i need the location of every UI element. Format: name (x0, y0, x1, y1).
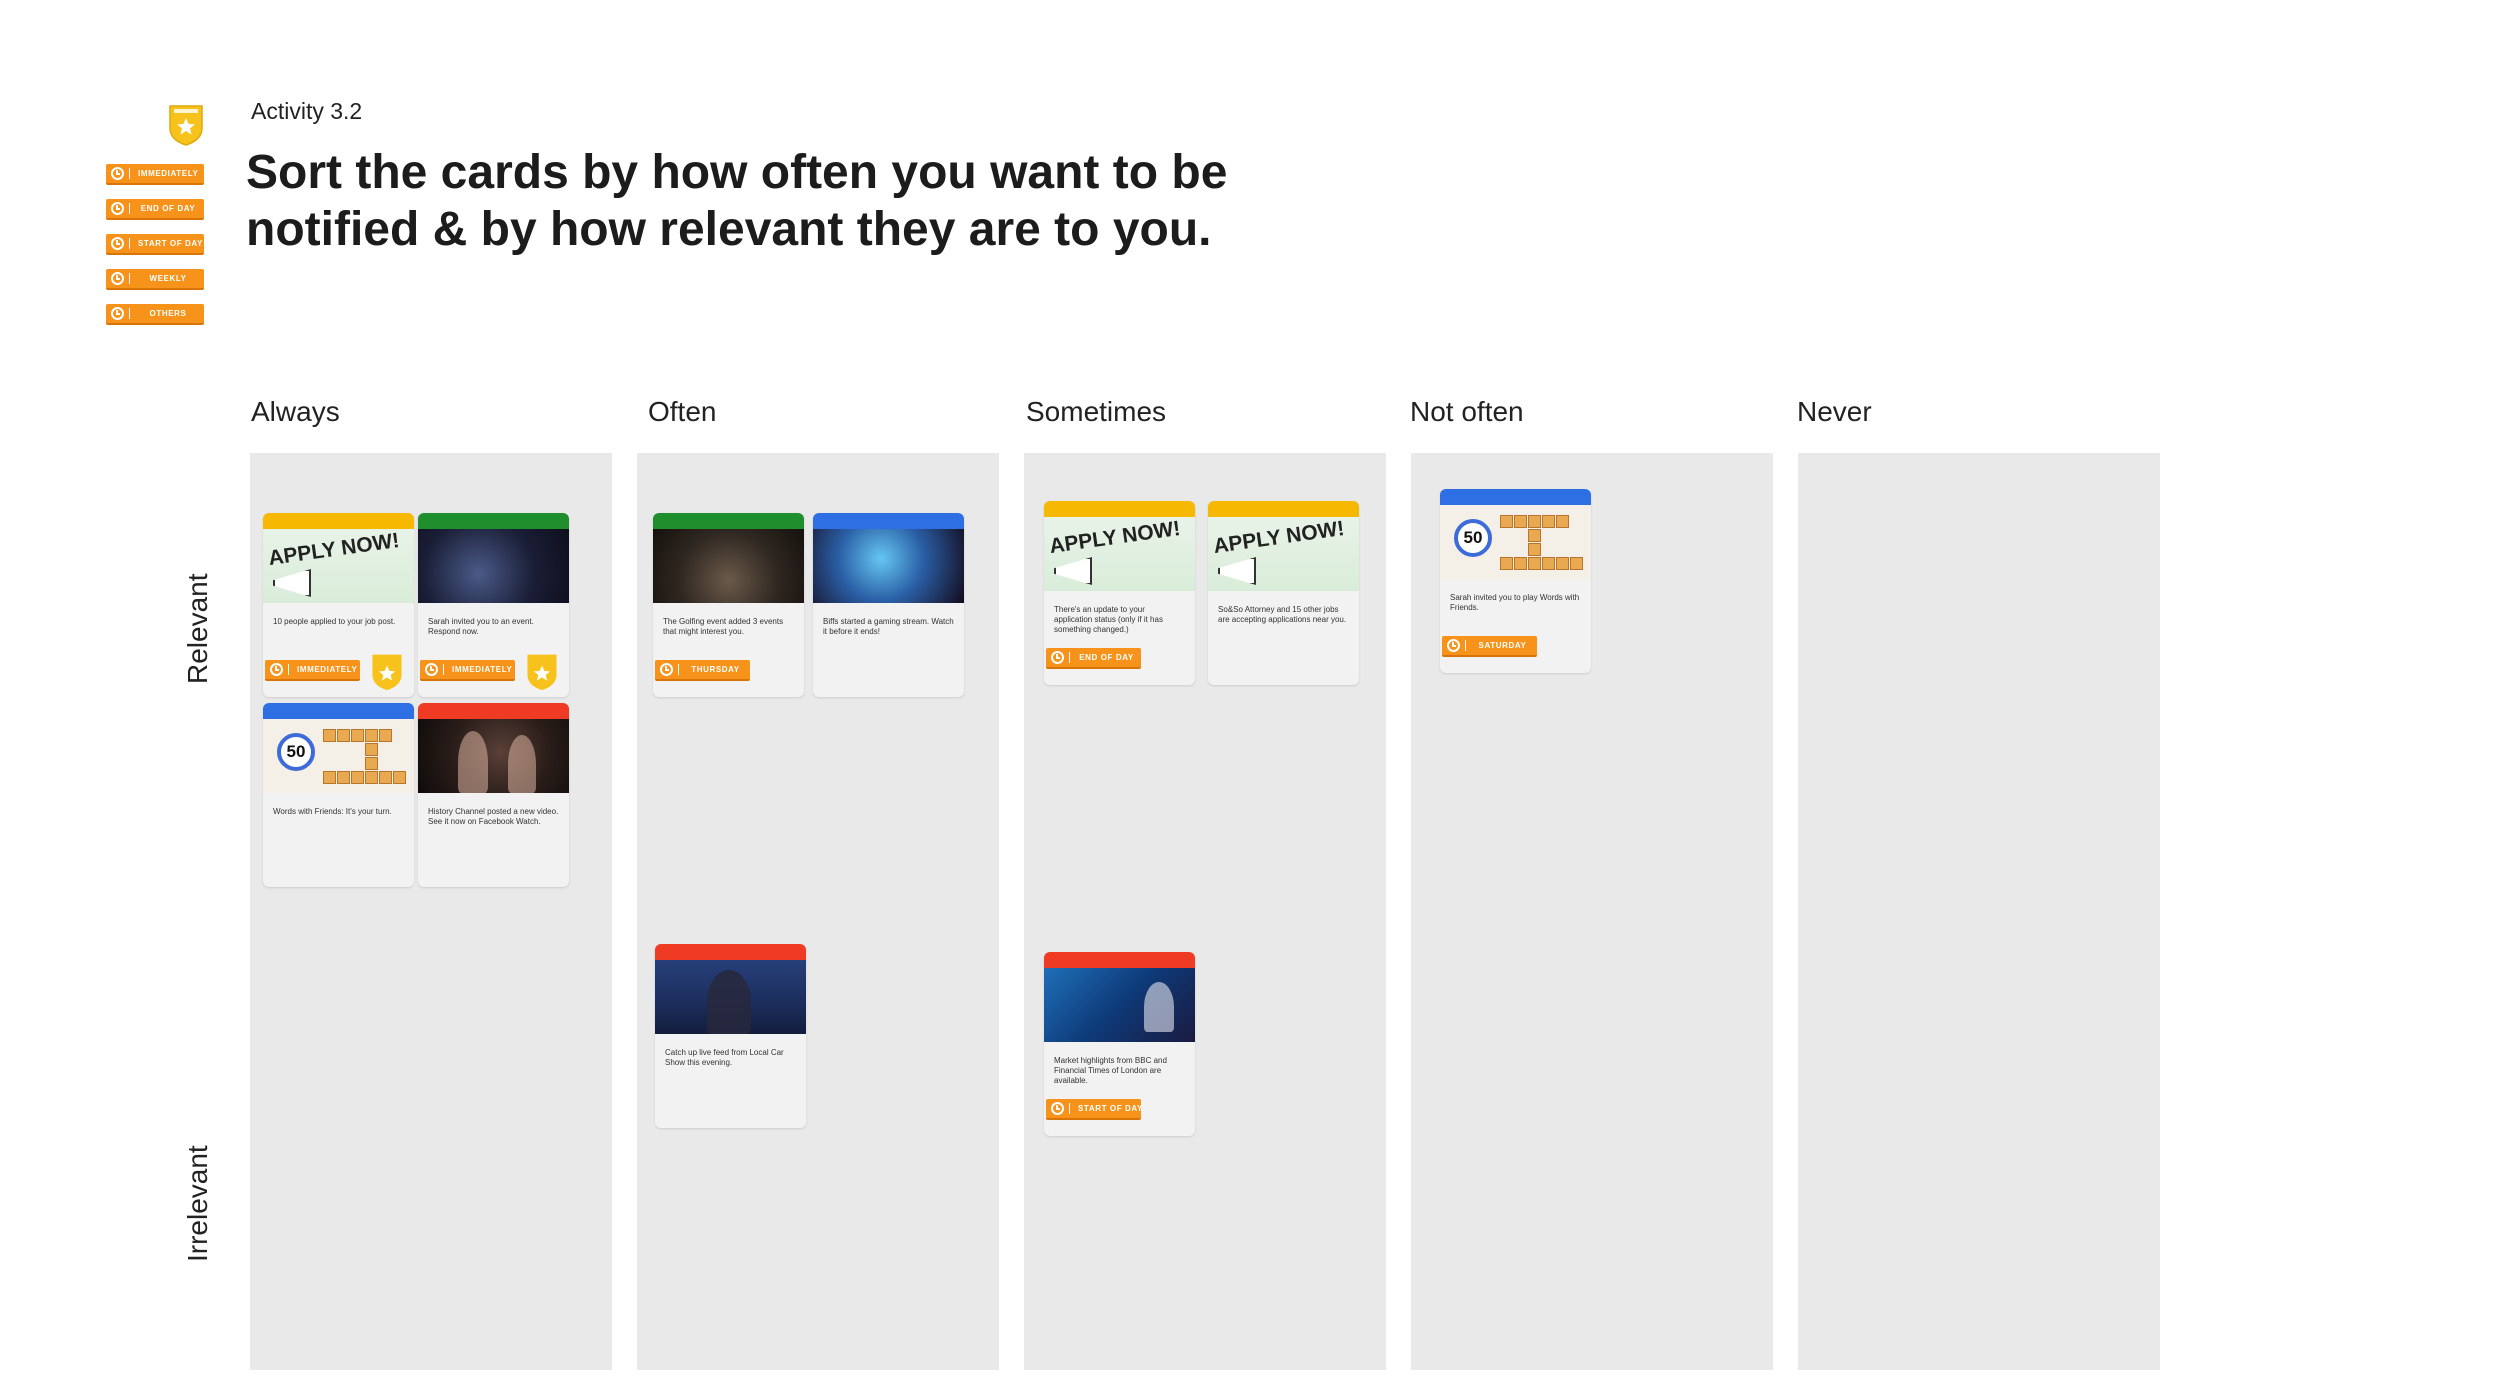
event-photo (418, 529, 569, 603)
column-label-not-often: Not often (1410, 396, 1524, 427)
orchestra-photo (653, 529, 804, 603)
achievement-badge-icon (527, 654, 557, 691)
video-thumbnail (418, 719, 569, 793)
column-label-sometimes: Sometimes (1026, 396, 1167, 427)
card-text: Catch up live feed from Local Car Show t… (665, 1048, 784, 1067)
clock-icon (111, 202, 124, 215)
column-label-always: Always (251, 396, 340, 427)
legend-tag-end-of-day[interactable]: End of day (106, 199, 204, 220)
row-label-relevant: Relevant (182, 573, 213, 684)
clock-icon (111, 237, 124, 250)
words-with-friends-image: 50 (263, 719, 414, 793)
frequency-tag[interactable]: Thursday (655, 660, 750, 681)
card-text: Words with Friends: It's your turn. (273, 807, 392, 816)
column-never[interactable] (1798, 453, 2160, 1370)
apply-now-image: APPLY NOW! (1208, 517, 1359, 591)
live-feed-photo (655, 960, 806, 1034)
notification-card-event-invite[interactable]: Sarah invited you to an event. Respond n… (418, 513, 569, 697)
clock-icon (270, 663, 283, 676)
frequency-legend: Immediately End of day Start of day Week… (106, 164, 204, 339)
column-label-often: Often (648, 396, 717, 427)
card-text: Sarah invited you to play Words with Fri… (1450, 593, 1580, 612)
card-text: Biffs started a gaming stream. Watch it … (823, 617, 954, 636)
fifty-plus-icon: 50 (1454, 519, 1492, 557)
notification-card-application-update[interactable]: APPLY NOW! There's an update to your app… (1044, 501, 1195, 685)
achievement-badge-icon (372, 654, 402, 691)
frequency-tag[interactable]: Immediately (420, 660, 515, 681)
notification-card-words-turn[interactable]: 50 Words with Friends: It's your turn. (263, 703, 414, 887)
legend-tag-start-of-day[interactable]: Start of day (106, 234, 204, 255)
notification-card-car-show[interactable]: Catch up live feed from Local Car Show t… (655, 944, 806, 1128)
apply-now-image: APPLY NOW! (263, 529, 414, 603)
row-label-irrelevant: Irrelevant (182, 1145, 213, 1262)
words-with-friends-image: 50 (1440, 505, 1591, 579)
notification-card-attorney-jobs[interactable]: APPLY NOW! So&So Attorney and 15 other j… (1208, 501, 1359, 685)
card-text: So&So Attorney and 15 other jobs are acc… (1218, 605, 1347, 624)
megaphone-icon (273, 569, 311, 597)
clock-icon (1051, 1102, 1064, 1115)
news-studio-photo (1044, 968, 1195, 1042)
frequency-tag[interactable]: Saturday (1442, 636, 1537, 657)
notification-card-job-applicants[interactable]: APPLY NOW! 10 people applied to your job… (263, 513, 414, 697)
gaming-stream-photo (813, 529, 964, 603)
megaphone-icon (1218, 557, 1256, 585)
clock-icon (111, 307, 124, 320)
page-title: Sort the cards by how often you want to … (246, 146, 1228, 256)
frequency-tag[interactable]: Immediately (265, 660, 360, 681)
legend-tag-immediately[interactable]: Immediately (106, 164, 204, 185)
legend-tag-others[interactable]: Others (106, 304, 204, 325)
card-text: History Channel posted a new video. See … (428, 807, 559, 826)
notification-card-history-channel[interactable]: History Channel posted a new video. See … (418, 703, 569, 887)
clock-icon (111, 272, 124, 285)
notification-card-market-highlights[interactable]: Market highlights from BBC and Financial… (1044, 952, 1195, 1136)
fifty-plus-icon: 50 (277, 733, 315, 771)
column-label-never: Never (1797, 396, 1872, 427)
achievement-badge-icon (169, 105, 203, 146)
clock-icon (111, 167, 124, 180)
clock-icon (1051, 651, 1064, 664)
card-text: The Golfing event added 3 events that mi… (663, 617, 784, 636)
legend-tag-weekly[interactable]: Weekly (106, 269, 204, 290)
clock-icon (660, 663, 673, 676)
card-text: Market highlights from BBC and Financial… (1054, 1056, 1167, 1085)
apply-now-image: APPLY NOW! (1044, 517, 1195, 591)
frequency-tag[interactable]: End of day (1046, 648, 1141, 669)
card-text: There's an update to your application st… (1054, 605, 1163, 634)
notification-card-words-invite[interactable]: 50 Sarah invited you to play Words with … (1440, 489, 1591, 673)
clock-icon (1447, 639, 1460, 652)
clock-icon (425, 663, 438, 676)
notification-card-golfing-event[interactable]: The Golfing event added 3 events that mi… (653, 513, 804, 697)
frequency-tag[interactable]: Start of day (1046, 1099, 1142, 1120)
notification-card-gaming-stream[interactable]: Biffs started a gaming stream. Watch it … (813, 513, 964, 697)
activity-label: Activity 3.2 (251, 98, 363, 124)
megaphone-icon (1054, 557, 1092, 585)
